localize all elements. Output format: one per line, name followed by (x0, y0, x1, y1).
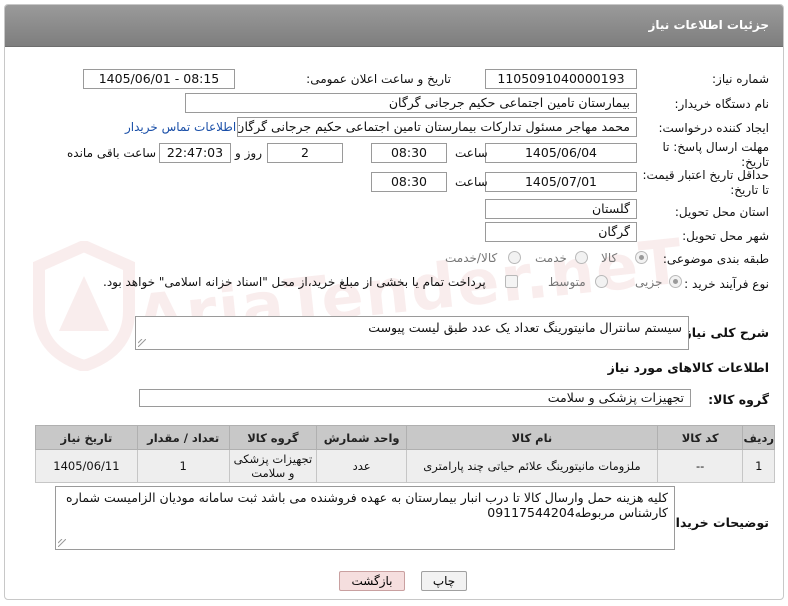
process-radio-medium[interactable] (595, 275, 608, 288)
announce-field: 1405/06/01 - 08:15 (83, 69, 235, 89)
col-header-unit: واحد شمارش (316, 425, 407, 450)
summary-label: شرح کلی نیاز: (679, 325, 769, 340)
deadline-date-field: 1405/06/04 (485, 143, 637, 163)
price-valid-time-label: ساعت (455, 175, 488, 189)
process-radio-minor[interactable] (669, 275, 682, 288)
cell-code: -- (656, 449, 744, 483)
days-label: روز و (235, 146, 262, 160)
category-radio-goods-service[interactable] (508, 251, 521, 264)
requester-field: محمد مهاجر مسئول تدارکات بیمارستان تامین… (237, 117, 637, 137)
requester-label: ایجاد کننده درخواست: (658, 121, 769, 135)
goods-table: ردیف کد کالا نام کالا واحد شمارش گروه کا… (35, 425, 775, 483)
print-button[interactable]: چاپ (421, 571, 467, 591)
announce-label: تاریخ و ساعت اعلان عمومی: (306, 72, 451, 86)
page-title: جزئیات اطلاعات نیاز (648, 18, 769, 32)
watermark-logo-icon (33, 241, 135, 371)
cell-group: تجهیزات پزشکی و سلامت (228, 449, 318, 483)
cell-need-date: 1405/06/11 (35, 449, 138, 483)
goods-group-field: تجهیزات پزشکی و سلامت (139, 389, 691, 407)
goods-info-heading: اطلاعات کالاهای مورد نیاز (607, 360, 769, 375)
need-number-field: 1105091040000193 (485, 69, 637, 89)
col-header-group: گروه کالا (228, 425, 318, 450)
category-option-goods-service: کالا/خدمت (445, 251, 498, 265)
deadline-time-label: ساعت (455, 146, 488, 160)
remaining-label: ساعت باقی مانده (67, 146, 157, 160)
category-option-service: خدمت (535, 251, 567, 265)
cell-name: ملزومات مانیتورینگ علائم حیاتی چند پارام… (406, 449, 658, 483)
panel-titlebar: جزئیات اطلاعات نیاز (5, 5, 783, 47)
city-label: شهر محل تحویل: (682, 229, 769, 243)
category-option-goods: کالا (601, 251, 618, 265)
resize-grip-icon[interactable] (58, 539, 66, 547)
back-button[interactable]: بازگشت (339, 571, 405, 591)
col-header-need-date: تاریخ نیاز (35, 425, 138, 450)
need-details-panel: جزئیات اطلاعات نیاز AriaTender.neT شماره… (4, 4, 784, 600)
col-header-quantity: تعداد / مقدار (136, 425, 230, 450)
buyer-notes-textarea[interactable]: کلیه هزینه حمل وارسال کالا تا درب انبار … (55, 486, 675, 550)
buyer-org-field: بیمارستان تامین اجتماعی حکیم جرجانی گرگا… (185, 93, 637, 113)
buyer-contact-link[interactable]: اطلاعات تماس خریدار (125, 120, 236, 134)
summary-textarea[interactable]: سیستم سانترال مانیتورینگ تعداد یک عدد طب… (135, 316, 689, 350)
remaining-time-field: 22:47:03 (159, 143, 231, 163)
process-label: نوع فرآیند خرید : (684, 277, 769, 291)
deadline-label: مهلت ارسال پاسخ: تا تاریخ: (662, 140, 769, 169)
city-field: گرگان (485, 222, 637, 242)
buyer-notes-label: توضیحات خریدار: (663, 515, 769, 530)
process-option-minor: جزیی (635, 275, 663, 289)
price-valid-label: حداقل تاریخ اعتبار قیمت: تا تاریخ: (642, 168, 769, 197)
deadline-time-field: 08:30 (371, 143, 447, 163)
col-header-code: کد کالا (656, 425, 744, 450)
cell-row-number: 1 (742, 449, 775, 483)
resize-grip-icon[interactable] (138, 339, 146, 347)
price-valid-time-field: 08:30 (371, 172, 447, 192)
buyer-notes-text: کلیه هزینه حمل وارسال کالا تا درب انبار … (65, 490, 668, 520)
category-radio-service[interactable] (575, 251, 588, 264)
process-option-medium: متوسط (548, 275, 586, 289)
buyer-org-label: نام دستگاه خریدار: (674, 97, 770, 111)
price-valid-date-field: 1405/07/01 (485, 172, 637, 192)
col-header-name: نام کالا (406, 425, 658, 450)
col-header-row-number: ردیف (742, 425, 775, 450)
days-field: 2 (267, 143, 343, 163)
table-row: 1 -- ملزومات مانیتورینگ علائم حیاتی چند … (35, 449, 775, 483)
province-label: استان محل تحویل: (674, 205, 769, 219)
cell-quantity: 1 (136, 449, 230, 483)
treasury-payment-checkbox[interactable] (505, 275, 518, 288)
category-radio-goods[interactable] (635, 251, 648, 264)
category-label: طبقه بندی موضوعی: (662, 252, 769, 266)
goods-group-label: گروه کالا: (708, 392, 769, 407)
summary-text: سیستم سانترال مانیتورینگ تعداد یک عدد طب… (368, 320, 682, 335)
province-field: گلستان (485, 199, 637, 219)
need-number-label: شماره نیاز: (712, 72, 769, 86)
cell-unit: عدد (316, 449, 407, 483)
goods-table-header-row: ردیف کد کالا نام کالا واحد شمارش گروه کا… (35, 425, 775, 450)
treasury-payment-note: پرداخت تمام یا بخشی از مبلغ خرید،از محل … (103, 275, 486, 289)
